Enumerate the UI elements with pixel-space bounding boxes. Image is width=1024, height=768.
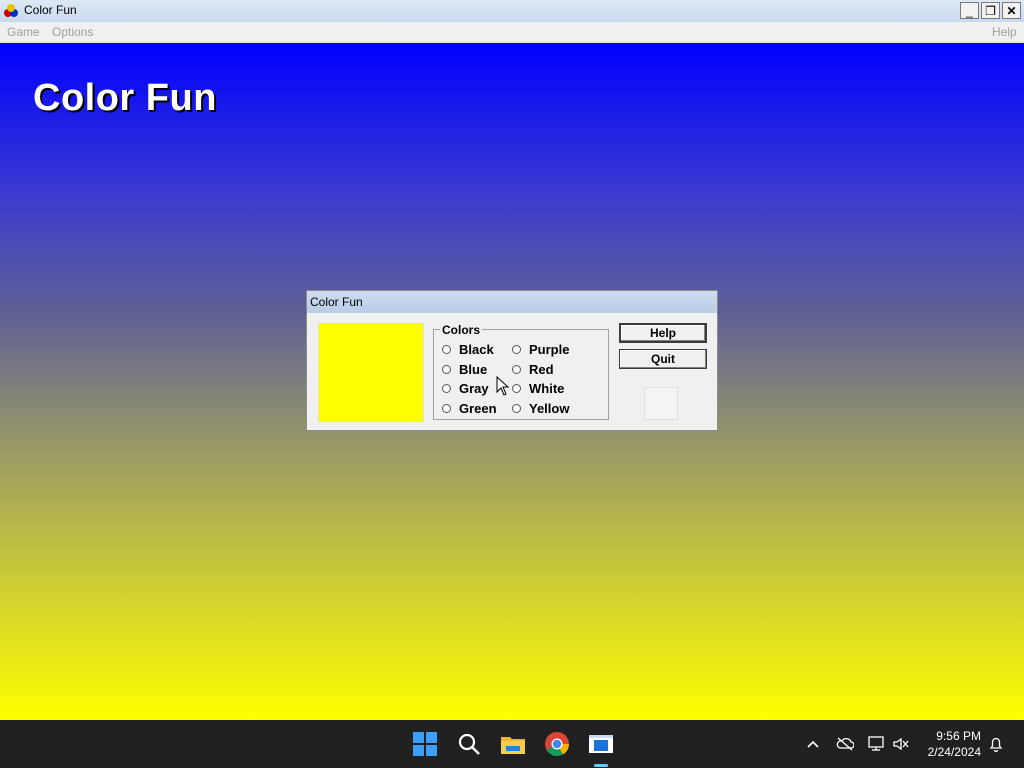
color-swatch [318, 323, 424, 422]
system-clock[interactable]: 9:56 PM 2/24/2024 [915, 728, 981, 760]
menu-game[interactable]: Game [7, 25, 40, 39]
network-icon[interactable] [867, 734, 887, 754]
dialog-title: Color Fun [310, 295, 363, 309]
radio-circle-icon [512, 365, 521, 374]
restore-icon: ❐ [985, 3, 996, 18]
colors-group-label: Colors [440, 323, 483, 337]
notification-bell-icon[interactable] [986, 734, 1006, 754]
window-title: Color Fun [24, 3, 77, 17]
dialog-title-bar[interactable]: Color Fun [307, 291, 717, 313]
radio-label: Black [459, 342, 494, 357]
clock-date: 2/24/2024 [927, 745, 981, 759]
radio-circle-icon [442, 404, 451, 413]
minimize-icon: _ [966, 3, 973, 18]
clock-time: 9:56 PM [936, 729, 981, 743]
radio-label: White [529, 381, 565, 396]
radio-circle-icon [512, 404, 521, 413]
radio-label: Red [529, 362, 554, 377]
taskbar: 9:56 PM 2/24/2024 [0, 720, 1024, 768]
radio-blue[interactable]: Blue [442, 362, 487, 377]
quit-button[interactable]: Quit [619, 349, 707, 369]
window-title-bar[interactable]: Color Fun _ ❐ ✕ [0, 0, 1024, 22]
radio-circle-icon [442, 365, 451, 374]
chevron-up-icon[interactable] [803, 734, 823, 754]
menu-help[interactable]: Help [992, 25, 1017, 39]
radio-gray[interactable]: Gray [442, 381, 489, 396]
radio-red[interactable]: Red [512, 362, 554, 377]
radio-purple[interactable]: Purple [512, 342, 569, 357]
chrome-icon[interactable] [543, 730, 571, 758]
search-icon[interactable] [455, 730, 483, 758]
restore-button[interactable]: ❐ [981, 2, 1000, 19]
canvas-title: Color Fun [33, 77, 217, 119]
color-fun-taskbar-icon[interactable] [587, 730, 615, 758]
radio-yellow[interactable]: Yellow [512, 401, 569, 416]
radio-label: Yellow [529, 401, 570, 416]
color-fun-app-icon [4, 4, 20, 18]
volume-muted-icon[interactable] [891, 734, 911, 754]
radio-circle-icon [442, 384, 451, 393]
close-button[interactable]: ✕ [1002, 2, 1021, 19]
radio-circle-icon [442, 345, 451, 354]
onedrive-icon[interactable] [835, 734, 855, 754]
radio-label: Purple [529, 342, 570, 357]
radio-circle-icon [512, 345, 521, 354]
radio-black[interactable]: Black [442, 342, 494, 357]
radio-label: Blue [459, 362, 488, 377]
radio-label: Green [459, 401, 497, 416]
file-explorer-icon[interactable] [499, 730, 527, 758]
radio-label: Gray [459, 381, 489, 396]
radio-circle-icon [512, 384, 521, 393]
mouse-cursor-icon [496, 376, 510, 396]
windows-start-icon[interactable] [411, 730, 439, 758]
minimize-button[interactable]: _ [960, 2, 979, 19]
close-icon: ✕ [1006, 3, 1017, 18]
radio-white[interactable]: White [512, 381, 564, 396]
color-fun-dialog: Color Fun Colors Black Blue Gray Green P… [306, 290, 718, 431]
menubar: Game Options Help [0, 22, 1024, 43]
active-app-indicator [594, 764, 608, 767]
empty-preview-box [644, 387, 678, 420]
radio-green[interactable]: Green [442, 401, 497, 416]
help-button[interactable]: Help [619, 323, 707, 343]
menu-options[interactable]: Options [52, 25, 93, 39]
